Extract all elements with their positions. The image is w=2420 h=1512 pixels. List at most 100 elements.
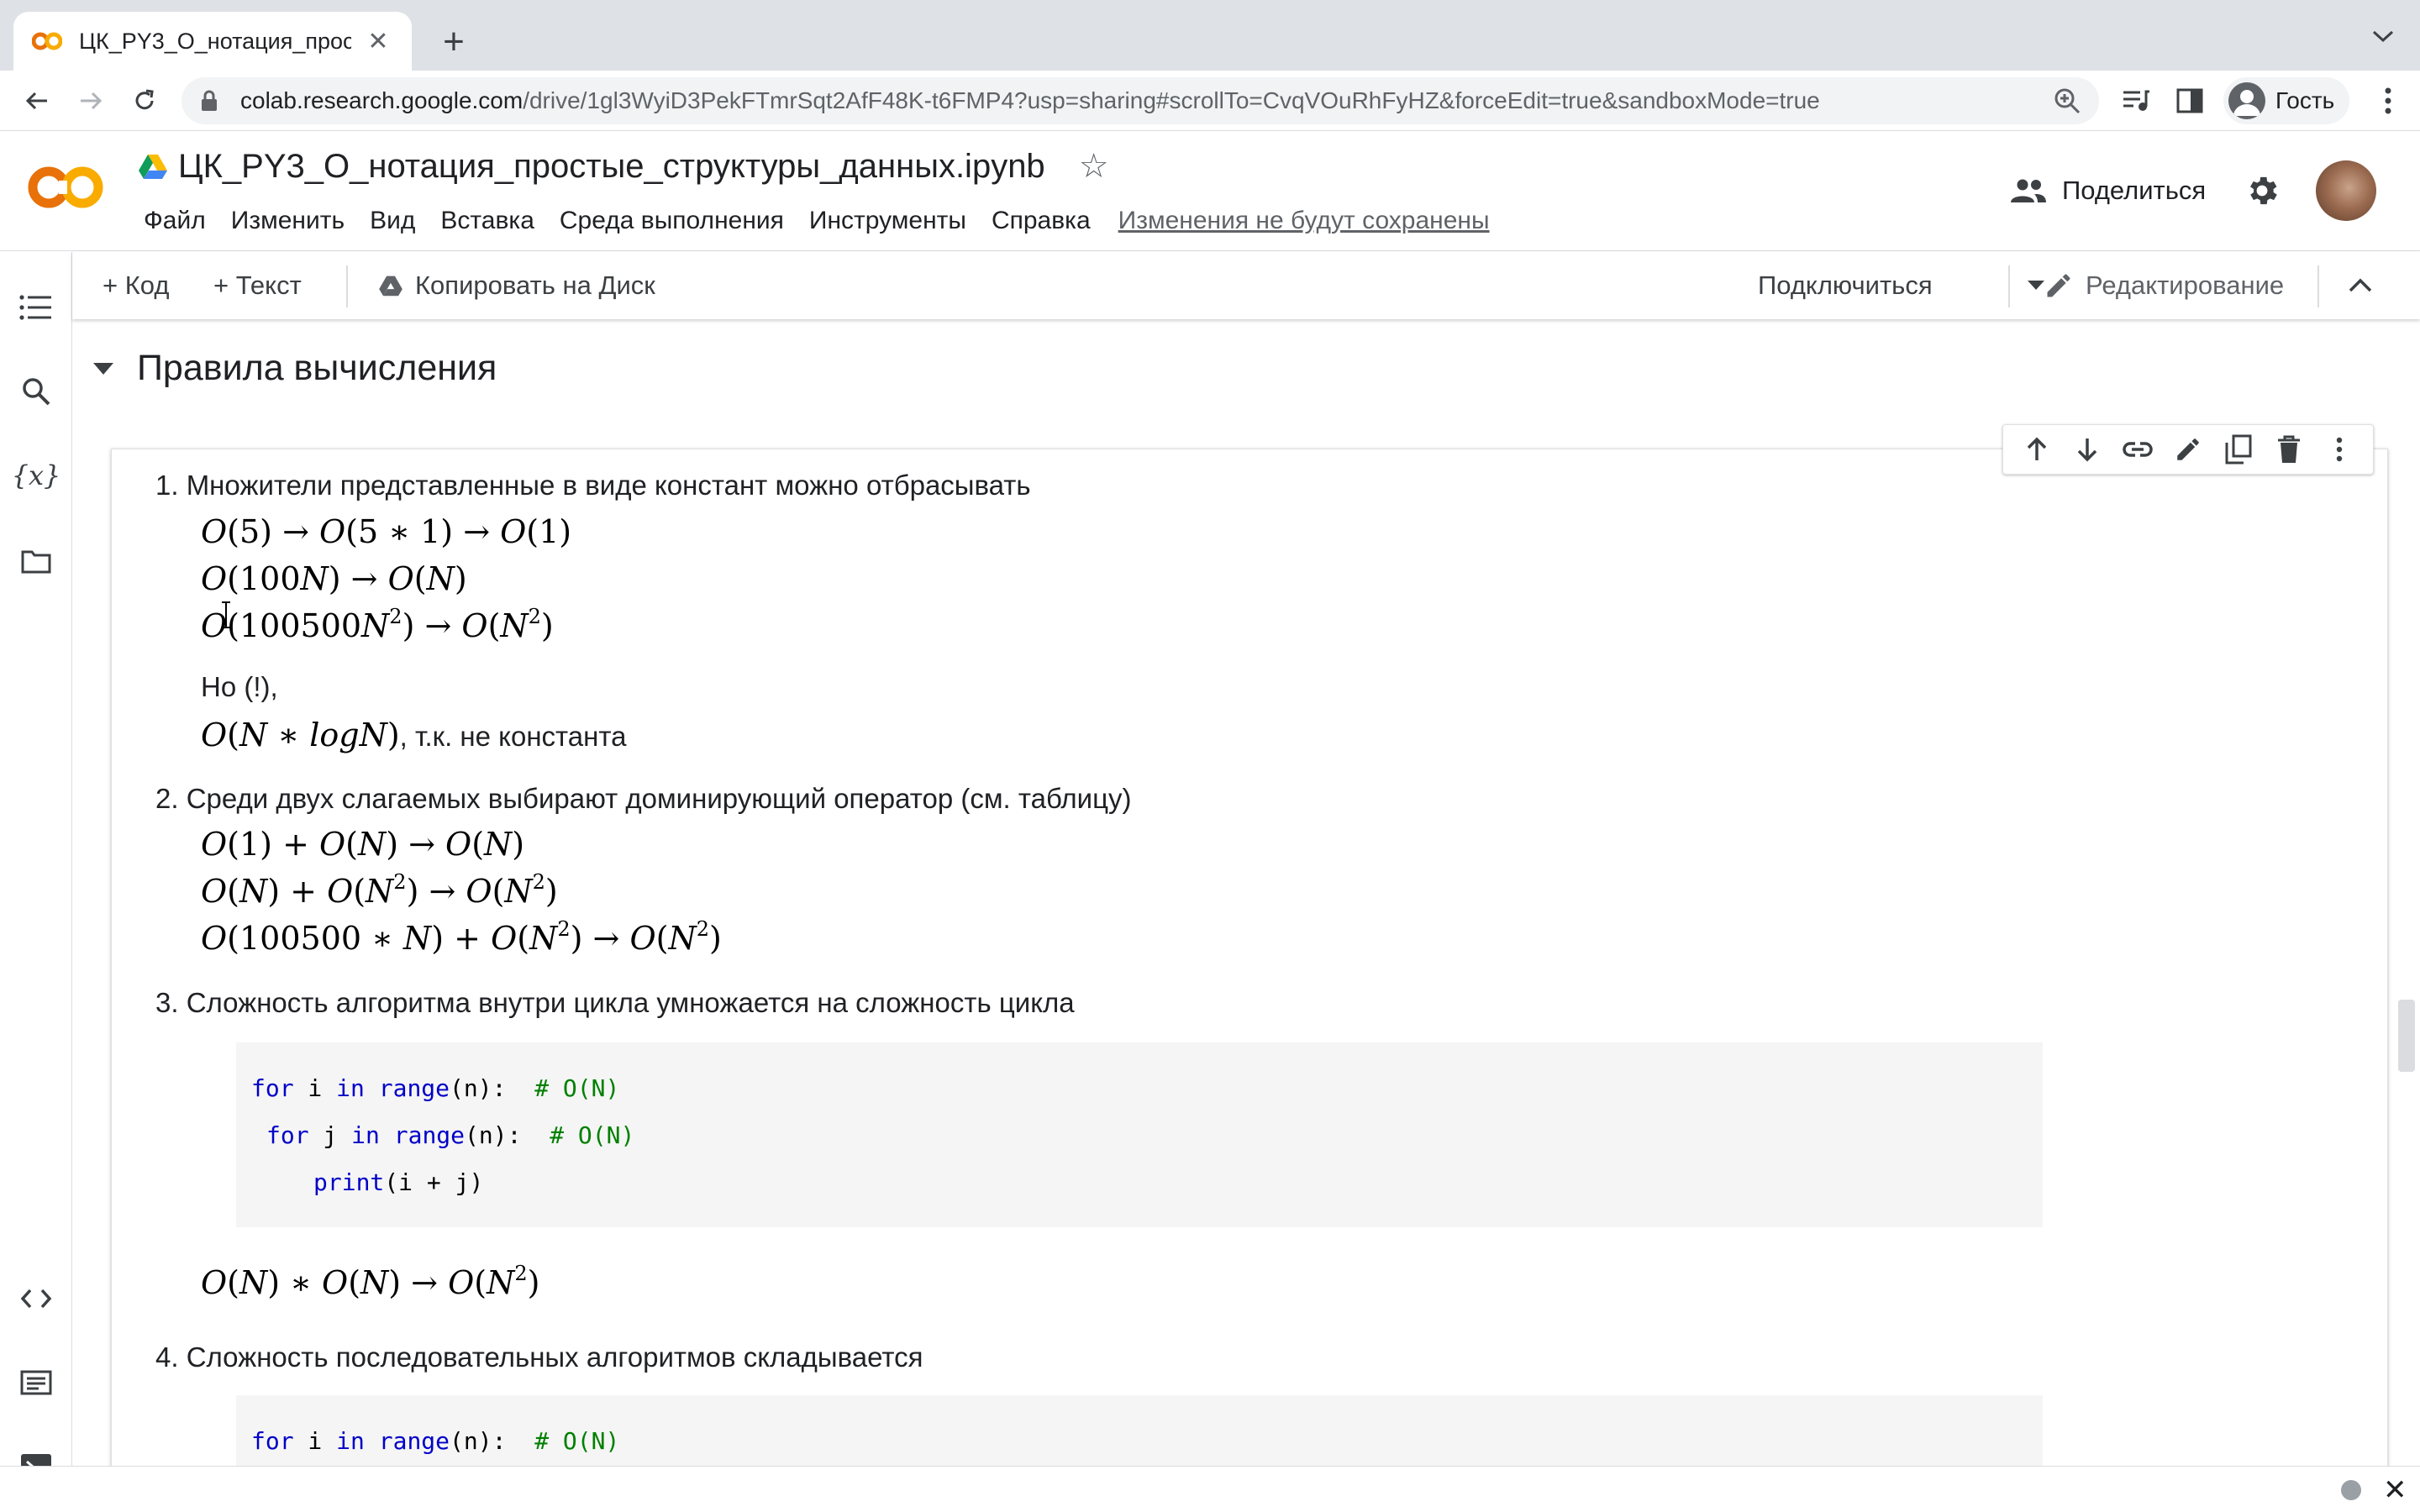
guest-avatar-icon — [2228, 82, 2265, 119]
variables-icon[interactable]: {x} — [12, 457, 61, 494]
status-close-icon[interactable]: ✕ — [2383, 1473, 2407, 1507]
text-cell[interactable]: 1. Множители представленные в виде конст… — [111, 424, 2388, 1466]
user-avatar[interactable] — [2316, 160, 2376, 221]
collapse-header-icon[interactable] — [2348, 269, 2373, 302]
math-line: O(N) ∗ O(N) → O(N2) — [201, 1262, 540, 1301]
add-code-cell-button[interactable]: + Код — [103, 269, 169, 302]
rule-4-text: 4. Сложность последовательных алгоритмов… — [155, 1341, 923, 1373]
left-rail: {x} — [0, 252, 72, 1479]
editing-mode-button[interactable]: Редактирование — [2044, 269, 2284, 302]
math-line: O(1) + O(N) → O(N) — [201, 826, 525, 863]
table-of-contents-icon[interactable] — [18, 289, 55, 326]
more-options-icon[interactable] — [2314, 428, 2365, 471]
copy-to-drive-button[interactable]: Копировать на Диск — [378, 269, 655, 302]
notebook-title[interactable]: ЦК_PY3_O_нотация_простые_структуры_данны… — [178, 148, 1045, 186]
math-line: O(N) + O(N2) → O(N2) — [201, 870, 558, 910]
forward-button[interactable] — [71, 81, 111, 121]
share-label: Поделиться — [2062, 176, 2207, 205]
files-folder-icon[interactable] — [18, 543, 55, 580]
colab-favicon-icon — [32, 31, 62, 51]
new-tab-button[interactable]: + — [435, 18, 472, 66]
notebook-toolbar: + Код + Текст Копировать на Диск Подключ… — [72, 252, 2420, 319]
code-line: for j in range(n): # O(N) — [266, 1121, 635, 1149]
star-icon[interactable]: ☆ — [1079, 147, 1109, 186]
code-snippets-icon[interactable] — [18, 1280, 55, 1317]
tab-search-chevron-icon[interactable] — [2371, 22, 2395, 50]
connect-dropdown-icon[interactable] — [2027, 269, 2045, 302]
collapse-caret-icon[interactable] — [93, 362, 113, 375]
section-title: Правила вычисления — [137, 348, 497, 388]
guest-profile-button[interactable]: Гость — [2223, 77, 2350, 124]
mirror-cell-icon[interactable] — [2213, 428, 2264, 471]
url-text: colab.research.google.com/drive/1gl3WyiD… — [240, 87, 1820, 113]
edit-pencil-icon[interactable] — [2163, 428, 2213, 471]
menu-insert[interactable]: Вставка — [428, 204, 547, 238]
scrollbar-thumb[interactable] — [2398, 1000, 2415, 1072]
colab-header: ЦК_PY3_O_нотация_простые_структуры_данны… — [0, 132, 2420, 251]
delete-trash-icon[interactable] — [2264, 428, 2314, 471]
but-text: Но (!), — [201, 671, 278, 702]
zoom-icon[interactable] — [2052, 86, 2082, 120]
editing-mode-label: Редактирование — [2086, 270, 2285, 300]
move-up-icon[interactable] — [2012, 428, 2062, 471]
copy-to-drive-label: Копировать на Диск — [415, 270, 655, 300]
drive-copy-icon — [379, 276, 402, 297]
status-indicator-icon — [2341, 1480, 2361, 1500]
menu-bar: Файл Изменить Вид Вставка Среда выполнен… — [131, 204, 1490, 238]
math-line: O(100500N2) → O(N2) — [201, 605, 554, 644]
notebook-area: Правила вычисления 1. Множители представ… — [73, 319, 2420, 1466]
pencil-icon — [2047, 274, 2070, 297]
toolbar-divider — [346, 265, 348, 307]
connect-button[interactable]: Подключиться — [1758, 269, 1933, 302]
back-button[interactable] — [17, 81, 57, 121]
browser-tab[interactable]: ЦК_PY3_O_нотация_простые_структуры_данны… — [13, 12, 412, 71]
toolbar-divider-2 — [2008, 265, 2010, 307]
people-icon — [2011, 179, 2046, 202]
code-line: print(i + j) — [313, 1168, 484, 1196]
move-down-icon[interactable] — [2062, 428, 2112, 471]
back-arrow-icon — [25, 92, 47, 110]
link-icon[interactable] — [2112, 428, 2163, 471]
math-line: O(N ∗ logN), т.к. не константа — [201, 717, 627, 753]
rule-2-text: 2. Среди двух слагаемых выбирают доминир… — [155, 783, 1132, 814]
unsaved-changes-link[interactable]: Изменения не будут сохранены — [1103, 204, 1490, 238]
browser-toolbar: colab.research.google.com/drive/1gl3WyiD… — [0, 71, 2420, 131]
text-cursor-icon — [222, 601, 230, 628]
menu-help[interactable]: Справка — [979, 204, 1103, 238]
lock-icon[interactable] — [200, 89, 229, 113]
not-const-text: , т.к. не константа — [399, 721, 627, 752]
code-line: for i in range(n): # O(N) — [251, 1427, 620, 1455]
add-text-cell-button[interactable]: + Текст — [213, 269, 302, 302]
tab-title: ЦК_PY3_O_нотация_простые_структуры_данны… — [79, 28, 351, 54]
math-line: O(100N) → O(N) — [201, 560, 467, 597]
code-line: for i in range(n): # O(N) — [251, 1074, 620, 1102]
search-icon[interactable] — [18, 373, 55, 410]
toolbar-divider-3 — [2317, 265, 2319, 307]
reload-button[interactable] — [124, 81, 165, 121]
address-bar[interactable]: colab.research.google.com/drive/1gl3WyiD… — [182, 77, 2099, 124]
code-block[interactable]: for i in range(n): # O(N) for j in range… — [236, 1042, 2043, 1227]
browser-menu-icon[interactable] — [2368, 81, 2408, 121]
side-panel-icon[interactable] — [2170, 81, 2210, 121]
connect-label: Подключиться — [1758, 270, 1933, 300]
command-palette-icon[interactable] — [18, 1364, 55, 1401]
rule-1-text: 1. Множители представленные в виде конст… — [155, 470, 1031, 501]
math-line: O(5) → O(5 ∗ 1) → O(1) — [201, 513, 572, 550]
status-bar: ✕ — [0, 1466, 2420, 1512]
menu-runtime[interactable]: Среда выполнения — [547, 204, 797, 238]
google-drive-icon — [138, 153, 168, 180]
guest-label: Гость — [2275, 87, 2335, 113]
reload-icon — [135, 89, 154, 110]
menu-view[interactable]: Вид — [357, 204, 428, 238]
share-button[interactable]: Поделиться — [2010, 176, 2206, 206]
menu-file[interactable]: Файл — [131, 204, 218, 238]
media-control-icon[interactable] — [2116, 81, 2156, 121]
menu-tools[interactable]: Инструменты — [797, 204, 979, 238]
section-header[interactable]: Правила вычисления — [82, 348, 497, 389]
code-block-2[interactable]: for i in range(n): # O(N) — [236, 1395, 2043, 1466]
math-line: O(100500 ∗ N) + O(N2) → O(N2) — [201, 917, 722, 957]
tab-close-icon[interactable]: ✕ — [363, 27, 393, 56]
colab-logo-icon[interactable] — [27, 162, 104, 213]
settings-gear-icon[interactable] — [2244, 172, 2281, 213]
menu-edit[interactable]: Изменить — [218, 204, 357, 238]
